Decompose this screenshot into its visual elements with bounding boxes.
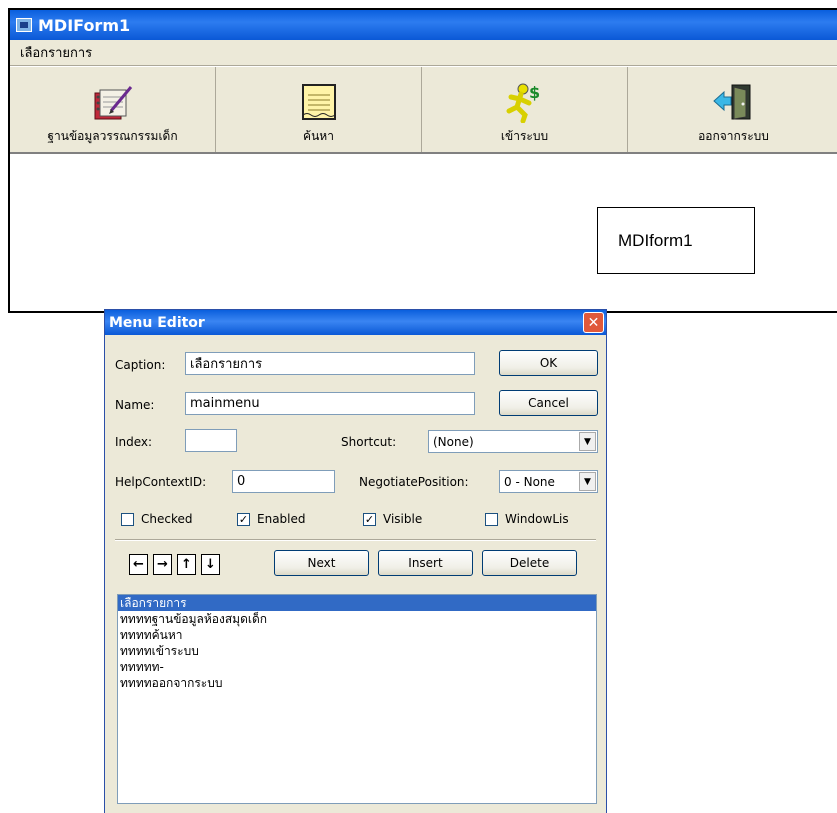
- toolbar-button-children-literature-db[interactable]: ฐานข้อมูลวรรณกรรมเด็ก: [10, 67, 216, 152]
- shortcut-value: (None): [433, 434, 474, 449]
- svg-text:$: $: [529, 83, 540, 102]
- toolbar-label: ฐานข้อมูลวรรณกรรมเด็ก: [47, 129, 178, 143]
- index-input[interactable]: [185, 429, 237, 452]
- toolbar-button-login[interactable]: $ เข้าระบบ: [422, 67, 628, 152]
- checkmark-icon[interactable]: ✓: [363, 512, 376, 526]
- list-item[interactable]: ททททค้นหา: [118, 627, 596, 643]
- negotiate-label: NegotiatePosition:: [359, 475, 469, 489]
- chevron-down-icon[interactable]: ▼: [579, 472, 596, 491]
- mdi-title-bar[interactable]: MDIForm1: [10, 10, 837, 40]
- shortcut-select[interactable]: (None) ▼: [428, 430, 598, 453]
- caption-label: Caption:: [115, 358, 166, 372]
- arrow-up-icon[interactable]: ↑: [177, 554, 196, 575]
- enabled-label: Enabled: [257, 512, 306, 526]
- notebook-pen-icon: [94, 86, 132, 120]
- list-item[interactable]: ททททฐานข้อมูลห้องสมุดเด็ก: [118, 611, 596, 627]
- arrow-right-icon[interactable]: →: [153, 554, 172, 575]
- negotiate-value: 0 - None: [504, 474, 555, 489]
- toolbar-button-search[interactable]: ค้นหา: [216, 67, 422, 152]
- checked-label: Checked: [141, 512, 193, 526]
- caption-input[interactable]: เลือกรายการ: [185, 352, 475, 375]
- list-item[interactable]: ททททเข้าระบบ: [118, 643, 596, 659]
- enabled-checkbox[interactable]: ✓ Enabled: [237, 512, 306, 526]
- list-item[interactable]: ททททท-: [118, 659, 596, 675]
- note-paper-icon: [301, 84, 336, 120]
- menu-editor-dialog: Menu Editor ✕ Caption: เลือกรายการ OK Na…: [104, 309, 607, 813]
- mdi-toolbar: ฐานข้อมูลวรรณกรรมเด็ก ค้นหา $ เข้าระบบ อ…: [10, 66, 837, 154]
- toolbar-label: ค้นหา: [303, 129, 334, 143]
- toolbar-button-logout[interactable]: ออกจากระบบ: [628, 67, 837, 152]
- visible-label: Visible: [383, 512, 423, 526]
- arrow-left-icon[interactable]: ←: [129, 554, 148, 575]
- windowlist-checkbox[interactable]: WindowLis: [485, 512, 569, 526]
- chevron-down-icon[interactable]: ▼: [579, 432, 596, 451]
- running-man-money-icon: $: [506, 83, 540, 123]
- app-icon: [16, 18, 32, 32]
- helpcontext-input[interactable]: 0: [232, 470, 335, 493]
- arrow-down-icon[interactable]: ↓: [201, 554, 220, 575]
- windowlist-label: WindowLis: [505, 512, 569, 526]
- menu-editor-title: Menu Editor: [109, 314, 205, 331]
- menu-editor-title-bar[interactable]: Menu Editor: [105, 310, 606, 335]
- exit-door-icon: [712, 84, 750, 120]
- list-item[interactable]: ททททออกจากระบบ: [118, 675, 596, 691]
- toolbar-label: เข้าระบบ: [500, 129, 549, 143]
- checked-checkbox[interactable]: Checked: [121, 512, 193, 526]
- next-button[interactable]: Next: [274, 550, 369, 576]
- close-button[interactable]: ✕: [583, 312, 604, 333]
- checkmark-icon[interactable]: ✓: [237, 512, 250, 526]
- menu-select-item[interactable]: เลือกรายการ: [14, 40, 98, 65]
- cancel-button[interactable]: Cancel: [499, 390, 598, 416]
- menu-items-list[interactable]: เลือกรายการ ททททฐานข้อมูลห้องสมุดเด็ก ทท…: [117, 594, 597, 804]
- list-item[interactable]: เลือกรายการ: [118, 595, 596, 611]
- insert-button[interactable]: Insert: [378, 550, 473, 576]
- toolbar-label: ออกจากระบบ: [698, 129, 769, 143]
- shortcut-label: Shortcut:: [341, 435, 397, 449]
- negotiate-select[interactable]: 0 - None ▼: [499, 470, 598, 493]
- visible-checkbox[interactable]: ✓ Visible: [363, 512, 422, 526]
- checkbox-box[interactable]: [485, 512, 498, 526]
- name-label: Name:: [115, 398, 155, 412]
- helpcontext-label: HelpContextID:: [115, 475, 207, 489]
- ok-button[interactable]: OK: [499, 350, 598, 376]
- checkbox-box[interactable]: [121, 512, 134, 526]
- mdiform-callout: MDIform1: [597, 207, 755, 274]
- index-label: Index:: [115, 435, 153, 449]
- mdi-title: MDIForm1: [38, 15, 131, 35]
- mdi-menu-bar: เลือกรายการ: [10, 40, 837, 66]
- delete-button[interactable]: Delete: [482, 550, 577, 576]
- separator: [115, 539, 596, 541]
- name-input[interactable]: mainmenu: [185, 392, 475, 415]
